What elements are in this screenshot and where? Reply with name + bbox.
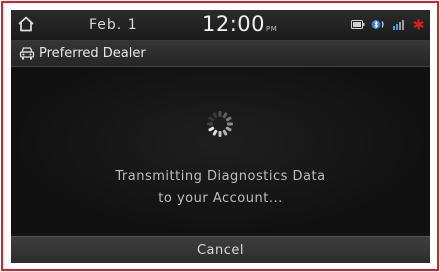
battery-icon: [351, 20, 365, 29]
cancel-button[interactable]: Cancel: [11, 236, 430, 263]
content-area: Transmitting Diagnostics Data to your Ac…: [11, 67, 430, 233]
status-message-line2: to your Account...: [158, 191, 283, 206]
clock-display: 12:00PM: [202, 12, 277, 36]
clock-ampm: PM: [266, 25, 278, 33]
loading-spinner-icon: [207, 111, 233, 137]
clock-time: 12:00: [202, 12, 266, 36]
page-title: Preferred Dealer: [39, 46, 146, 61]
cancel-button-label: Cancel: [196, 243, 245, 258]
connectivity-star-icon: [413, 19, 424, 30]
title-bar: Preferred Dealer: [11, 41, 430, 67]
head-unit-screen: Feb. 1 12:00PM Preferred Dealer Transmit…: [11, 10, 430, 263]
bluetooth-icon: [371, 20, 384, 29]
status-message-line1: Transmitting Diagnostics Data: [115, 169, 326, 184]
status-icons: [351, 19, 424, 30]
status-bar: Feb. 1 12:00PM: [11, 10, 430, 41]
home-button[interactable]: [15, 13, 37, 35]
home-icon: [18, 16, 34, 32]
car-icon: [19, 47, 35, 60]
signal-icon: [393, 19, 404, 30]
screenshot-frame: Feb. 1 12:00PM Preferred Dealer Transmit…: [1, 1, 439, 271]
date-display: Feb. 1: [89, 17, 138, 33]
